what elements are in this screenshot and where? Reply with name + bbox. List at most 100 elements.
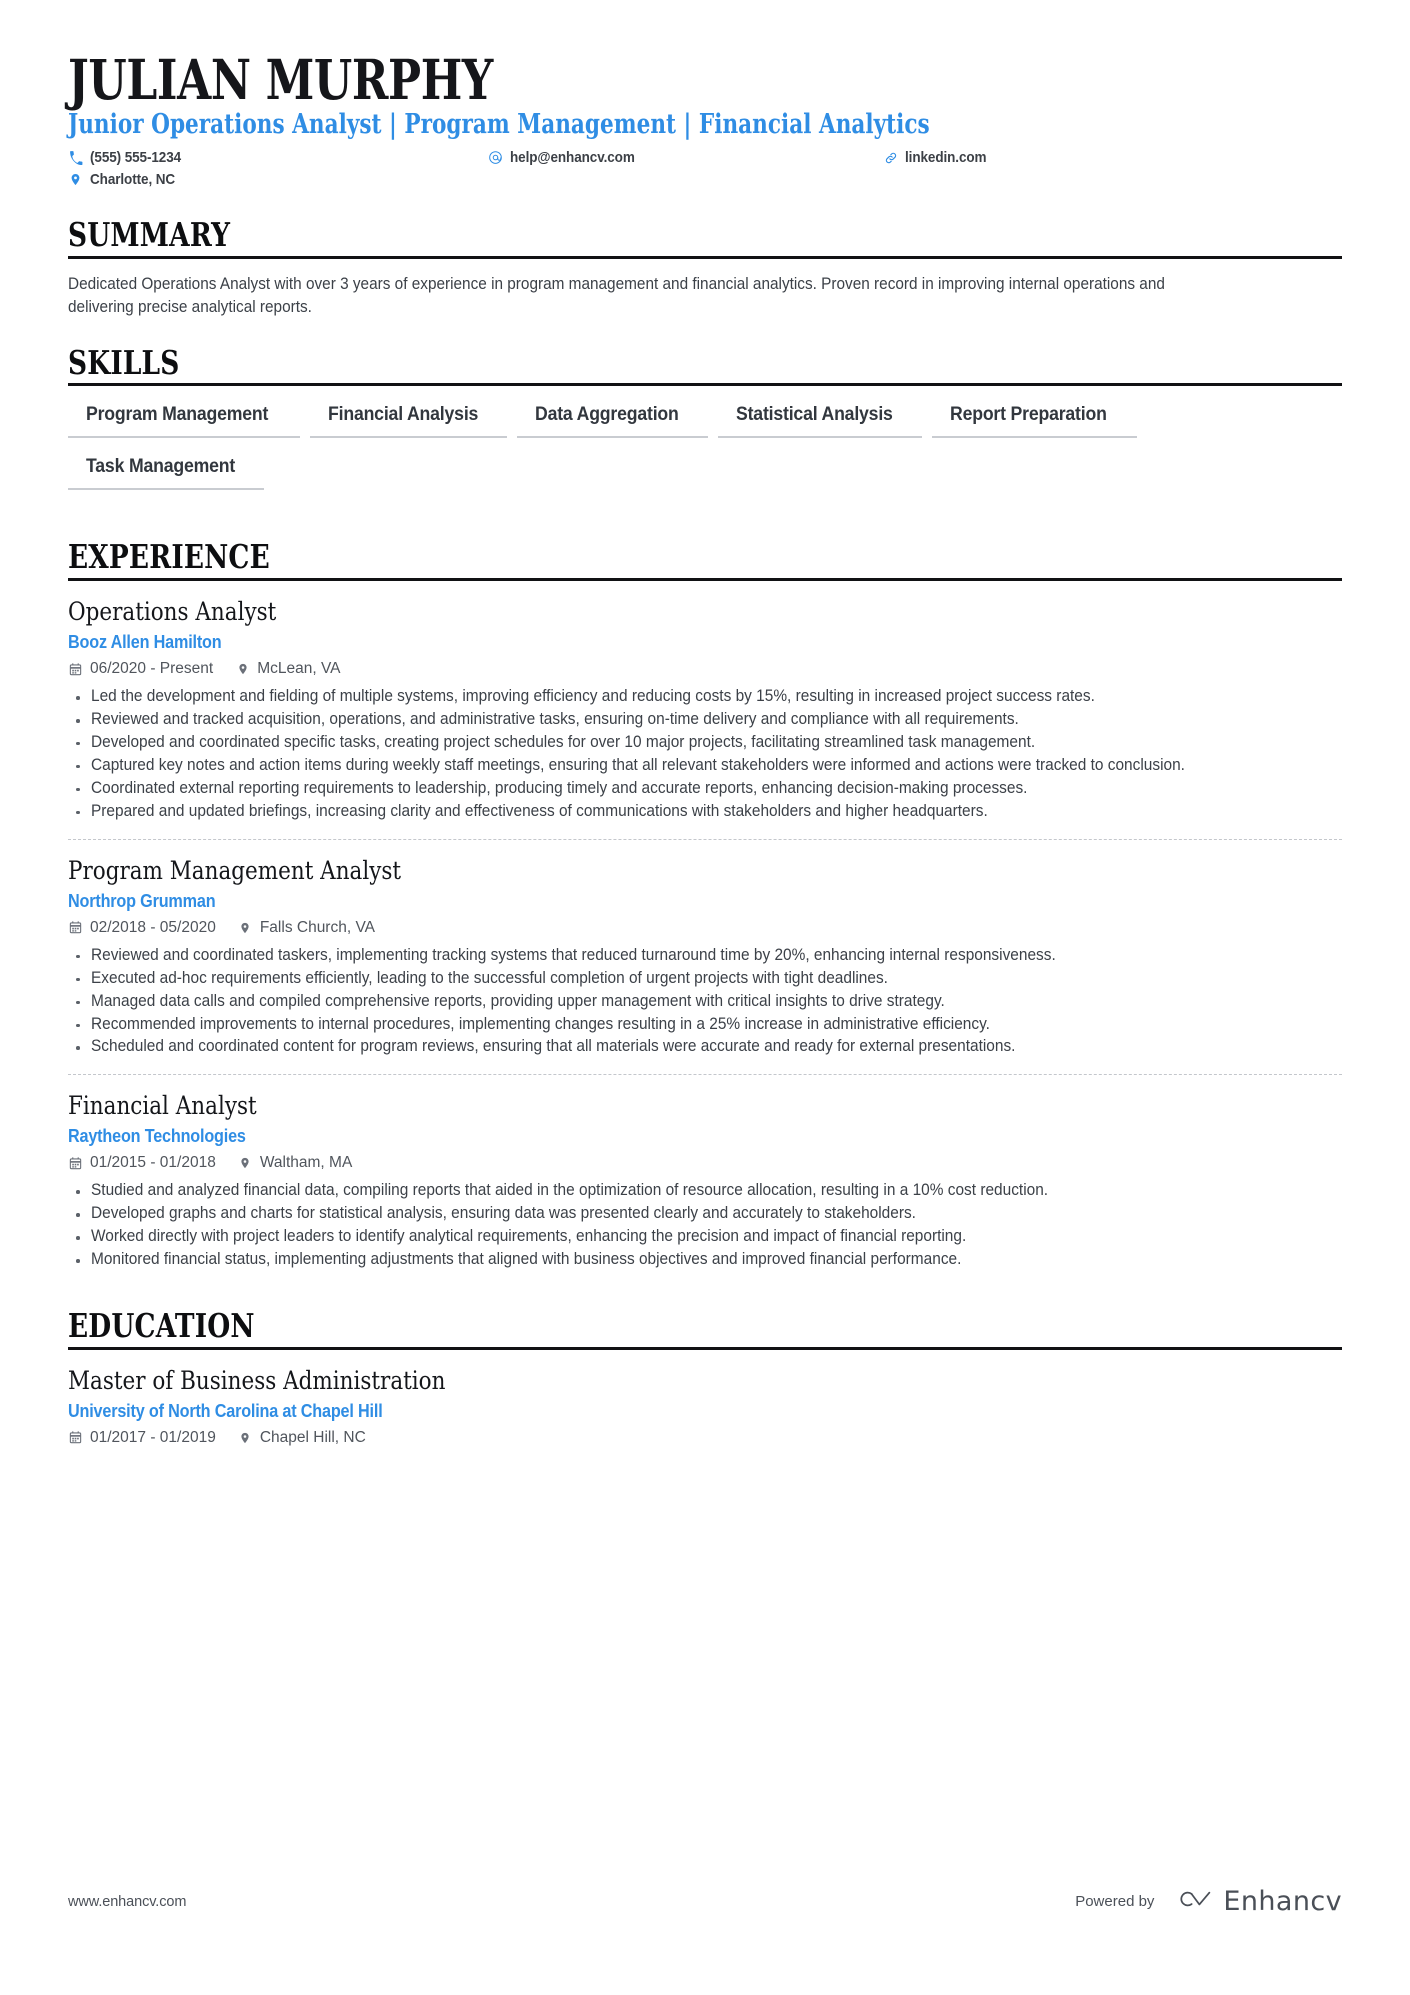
contact-email-text: help@enhancv.com xyxy=(510,149,635,167)
entry-bullet-text: Executed ad-hoc requirements efficiently… xyxy=(91,968,888,987)
entry-organization-label: Booz Allen Hamilton xyxy=(68,632,222,653)
skills-section-title: SKILLS xyxy=(68,342,180,382)
contact-info: (555) 555-1234 help@enhancv.com linkedin… xyxy=(68,149,1342,188)
summary-text: Dedicated Operations Analyst with over 3… xyxy=(68,274,1165,317)
entry-bullet-text: Managed data calls and compiled comprehe… xyxy=(91,991,945,1010)
enhancv-mark-icon xyxy=(1172,1886,1214,1917)
entry-bullet-text: Scheduled and coordinated content for pr… xyxy=(91,1037,1016,1056)
entry-organization[interactable]: Raytheon Technologies xyxy=(68,1126,1342,1147)
entry-location-text: Chapel Hill, NC xyxy=(259,1428,366,1446)
calendar-icon xyxy=(68,920,83,935)
entry-bullet: Led the development and fielding of mult… xyxy=(68,686,1342,708)
entry-dates-text: 01/2015 - 01/2018 xyxy=(90,1154,216,1172)
entry-meta: 06/2020 - Present McLean, VA xyxy=(68,660,1342,678)
education-entry-list: Master of Business Administration Univers… xyxy=(68,1364,1342,1447)
skill-chip: Data Aggregation xyxy=(517,400,708,439)
skill-chip-label: Task Management xyxy=(86,456,236,478)
location-pin-icon xyxy=(235,662,250,677)
contact-linkedin[interactable]: linkedin.com xyxy=(883,149,1342,166)
entry-bullet: Reviewed and coordinated taskers, implem… xyxy=(68,945,1342,967)
entry-bullet-text: Prepared and updated briefings, increasi… xyxy=(91,801,988,820)
entry-job-title: Operations Analyst xyxy=(68,597,277,627)
location-pin-icon xyxy=(238,1156,253,1171)
skill-chip: Statistical Analysis xyxy=(717,400,923,439)
entry-bullet: Worked directly with project leaders to … xyxy=(68,1226,1342,1248)
contact-location[interactable]: Charlotte, NC xyxy=(68,171,488,188)
entry-bullet-text: Developed graphs and charts for statisti… xyxy=(91,1204,916,1223)
entry-dates: 02/2018 - 05/2020 xyxy=(68,919,216,937)
entry-dates-text: 01/2017 - 01/2019 xyxy=(90,1428,216,1446)
experience-entry-list: Operations Analyst Booz Allen Hamilton 06/… xyxy=(68,595,1342,1271)
experience-entry: Operations Analyst Booz Allen Hamilton 06/… xyxy=(68,595,1342,823)
enhancv-logo: Enhancv xyxy=(1172,1886,1342,1917)
calendar-icon xyxy=(68,662,83,677)
entry-location: McLean, VA xyxy=(235,660,341,678)
entry-bullet-text: Worked directly with project leaders to … xyxy=(91,1227,967,1246)
entry-organization-label: Northrop Grumman xyxy=(68,890,216,911)
calendar-icon xyxy=(68,1430,83,1445)
entry-location-text: Falls Church, VA xyxy=(259,918,375,936)
entry-bullet-text: Recommended improvements to internal pro… xyxy=(91,1014,990,1033)
skills-list: Program Management Financial Analysis Data… xyxy=(68,400,1342,504)
entry-bullet-list: Studied and analyzed financial data, com… xyxy=(68,1180,1342,1271)
skill-chip: Task Management xyxy=(68,452,265,491)
summary-section-title: SUMMARY xyxy=(68,215,231,255)
entry-bullet-list: Reviewed and coordinated taskers, implem… xyxy=(68,945,1342,1059)
entry-dates-text: 02/2018 - 05/2020 xyxy=(90,918,216,936)
entry-bullet-text: Studied and analyzed financial data, com… xyxy=(91,1181,1049,1200)
skill-chip: Report Preparation xyxy=(932,400,1137,439)
experience-entry: Program Management Analyst Northrop Grumm… xyxy=(68,838,1342,1059)
education-section: EDUCATION Master of Business Administrat… xyxy=(68,1309,1342,1447)
entry-organization[interactable]: Booz Allen Hamilton xyxy=(68,632,1342,653)
entry-organization[interactable]: Northrop Grumman xyxy=(68,891,1342,912)
entry-bullet-text: Captured key notes and action items duri… xyxy=(91,755,1185,774)
entry-location-text: McLean, VA xyxy=(257,660,341,678)
entry-bullet-text: Developed and coordinated specific tasks… xyxy=(91,732,1036,751)
link-icon xyxy=(883,150,898,165)
skill-chip-label: Financial Analysis xyxy=(327,404,479,426)
skill-chip-label: Program Management xyxy=(86,404,269,426)
experience-section: EXPERIENCE Operations Analyst Booz Allen … xyxy=(68,540,1342,1271)
contact-linkedin-text: linkedin.com xyxy=(905,149,987,167)
section-divider xyxy=(68,255,1342,259)
contact-email[interactable]: help@enhancv.com xyxy=(488,149,883,166)
entry-dates: 06/2020 - Present xyxy=(68,660,213,678)
summary-section: SUMMARY Dedicated Operations Analyst wit… xyxy=(68,218,1342,319)
skill-chip-label: Report Preparation xyxy=(950,404,1108,426)
experience-section-title: EXPERIENCE xyxy=(68,537,270,577)
entry-location: Chapel Hill, NC xyxy=(238,1429,366,1447)
entry-location-text: Waltham, MA xyxy=(259,1154,353,1172)
experience-entry: Financial Analyst Raytheon Technologies 01… xyxy=(68,1074,1342,1271)
location-pin-icon xyxy=(238,1430,253,1445)
contact-phone-text: (555) 555-1234 xyxy=(90,149,182,167)
entry-organization-label: Raytheon Technologies xyxy=(68,1126,246,1147)
skill-chip-label: Statistical Analysis xyxy=(735,404,893,426)
entry-bullet: Executed ad-hoc requirements efficiently… xyxy=(68,968,1342,990)
calendar-icon xyxy=(68,1156,83,1171)
entry-bullet: Prepared and updated briefings, increasi… xyxy=(68,801,1342,823)
entry-bullet: Reviewed and tracked acquisition, operat… xyxy=(68,709,1342,731)
skill-chip: Program Management xyxy=(68,400,300,439)
contact-phone[interactable]: (555) 555-1234 xyxy=(68,149,488,166)
location-pin-icon xyxy=(238,920,253,935)
entry-bullet: Developed graphs and charts for statisti… xyxy=(68,1203,1342,1225)
entry-bullet-text: Reviewed and tracked acquisition, operat… xyxy=(91,710,1019,729)
entry-dates: 01/2015 - 01/2018 xyxy=(68,1154,216,1172)
section-divider xyxy=(68,578,1342,582)
entry-bullet-text: Monitored financial status, implementing… xyxy=(91,1250,962,1269)
skill-chip: Financial Analysis xyxy=(309,400,508,439)
entry-bullet-text: Reviewed and coordinated taskers, implem… xyxy=(91,945,1056,964)
entry-bullet: Captured key notes and action items duri… xyxy=(68,755,1342,777)
footer-website-link[interactable]: www.enhancv.com xyxy=(68,1894,186,1910)
entry-meta: 02/2018 - 05/2020 Falls Church, VA xyxy=(68,919,1342,937)
entry-meta: 01/2017 - 01/2019 Chapel Hill, NC xyxy=(68,1429,1342,1447)
entry-organization[interactable]: University of North Carolina at Chapel H… xyxy=(68,1401,1342,1422)
candidate-headline: Junior Operations Analyst | Program Mana… xyxy=(68,109,930,141)
email-icon xyxy=(488,150,503,165)
contact-location-text: Charlotte, NC xyxy=(90,171,176,189)
entry-job-title: Financial Analyst xyxy=(68,1091,257,1121)
entry-bullet: Recommended improvements to internal pro… xyxy=(68,1014,1342,1036)
entry-meta: 01/2015 - 01/2018 Waltham, MA xyxy=(68,1154,1342,1172)
footer-branding: Powered by Enhancv xyxy=(1075,1886,1342,1917)
section-divider xyxy=(68,1346,1342,1350)
